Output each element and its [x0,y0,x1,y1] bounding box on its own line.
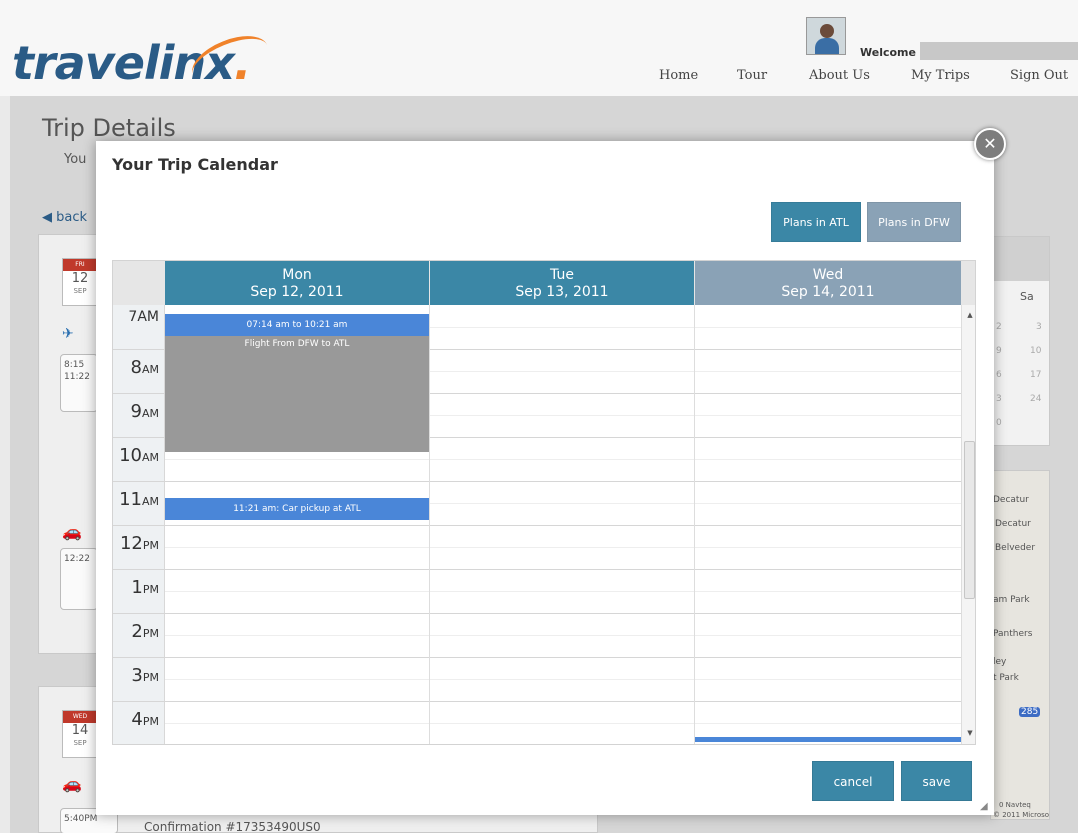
flight-event-time[interactable]: 07:14 am to 10:21 am [165,314,429,336]
map[interactable]: Decatur Decatur Belveder am Park Panther… [990,470,1050,820]
scroll-up-icon[interactable]: ▲ [965,311,975,319]
main-nav: Home Tour About Us My Trips Sign Out [0,68,1078,88]
car-icon: 🚗 [62,774,82,793]
confirmation-number: Confirmation #17353490US0 [144,820,321,833]
hour-label-12pm: 12PM [119,533,159,554]
hour-label-3pm: 3PM [131,665,159,686]
plans-in-atl-button[interactable]: Plans in ATL [771,202,861,242]
mini-cal-day[interactable]: 0 [996,418,1002,428]
map-label: am Park [993,595,1030,605]
mini-cal-day[interactable]: 10 [1030,346,1041,356]
mini-cal-day[interactable]: 2 [996,322,1002,332]
hour-label-4pm: 4PM [131,709,159,730]
cancel-button[interactable]: cancel [812,761,894,801]
scroll-thumb[interactable] [964,441,975,599]
time-box: 12:22 [60,548,98,610]
map-label: ley [993,657,1007,667]
map-label: Panthers [993,629,1033,639]
nav-about-us[interactable]: About Us [809,68,870,83]
date-tile: FRI 12 SEP [62,258,98,306]
hour-label-7am: 7AM [128,309,159,325]
map-label: Decatur [993,495,1029,505]
mini-cal-day[interactable]: 17 [1030,370,1041,380]
nav-home[interactable]: Home [659,68,698,83]
plane-icon: ✈ [62,326,74,342]
map-label: Decatur [995,519,1031,529]
page-subtitle: You [64,152,87,167]
hour-label-10am: 10AM [119,445,159,466]
map-credit: 0 Navteq [999,801,1031,809]
date-tile: WED 14 SEP [62,710,98,758]
modal-title: Your Trip Calendar [112,155,278,174]
username-redacted [920,42,1078,60]
mini-cal-day[interactable]: 6 [996,370,1002,380]
day-header-wed[interactable]: Wed Sep 14, 2011 [695,261,961,305]
map-label: t Park [993,673,1019,683]
map-label: Belveder [995,543,1036,553]
calendar-grid[interactable]: 7AM 8AM 9AM 10AM 11AM 12PM 1PM 2PM 3PM 4… [113,305,961,744]
time-box: 8:15 11:22 [60,354,98,412]
mini-cal-day[interactable]: 3 [1036,322,1042,332]
hour-label-8am: 8AM [130,357,159,378]
back-link[interactable]: ◀ back [42,210,87,225]
mini-cal-day-header: Sa [1020,290,1034,303]
nav-my-trips[interactable]: My Trips [911,68,970,83]
map-credit: © 2011 Microsoft [993,811,1050,819]
page-title: Trip Details [42,114,176,142]
highway-shield: 285 [1019,707,1041,717]
day-header-mon[interactable]: Mon Sep 12, 2011 [165,261,429,305]
hour-label-11am: 11AM [119,489,159,510]
back-arrow-icon: ◀ [42,210,57,225]
hour-label-9am: 9AM [130,401,159,422]
mini-cal-day[interactable]: 3 [996,394,1002,404]
car-icon: 🚗 [62,522,82,541]
plans-in-dfw-button[interactable]: Plans in DFW [867,202,961,242]
nav-sign-out[interactable]: Sign Out [1010,68,1068,83]
calendar-day-header: Mon Sep 12, 2011 Tue Sep 13, 2011 Wed Se… [113,261,975,305]
flight-event[interactable]: Flight From DFW to ATL [165,336,429,452]
nav-tour[interactable]: Tour [737,68,767,83]
welcome-text: Welcome [860,46,916,59]
wed-event-edge[interactable] [695,737,961,742]
mini-calendar [990,236,1050,446]
calendar-scrollbar[interactable]: ▲ ▼ [961,305,975,744]
week-calendar: Mon Sep 12, 2011 Tue Sep 13, 2011 Wed Se… [112,260,976,745]
close-icon[interactable]: ✕ [974,128,1006,160]
mini-cal-day[interactable]: 24 [1030,394,1041,404]
scroll-down-icon[interactable]: ▼ [965,729,975,737]
car-pickup-event[interactable]: 11:21 am: Car pickup at ATL [165,498,429,520]
hour-label-1pm: 1PM [131,577,159,598]
user-avatar[interactable] [806,17,846,55]
save-button[interactable]: save [901,761,972,801]
resize-grip-icon[interactable]: ◢ [980,801,992,813]
hour-label-2pm: 2PM [131,621,159,642]
mini-cal-day[interactable]: 9 [996,346,1002,356]
trip-calendar-modal: Your Trip Calendar Plans in ATL Plans in… [96,141,994,815]
day-header-tue[interactable]: Tue Sep 13, 2011 [430,261,694,305]
